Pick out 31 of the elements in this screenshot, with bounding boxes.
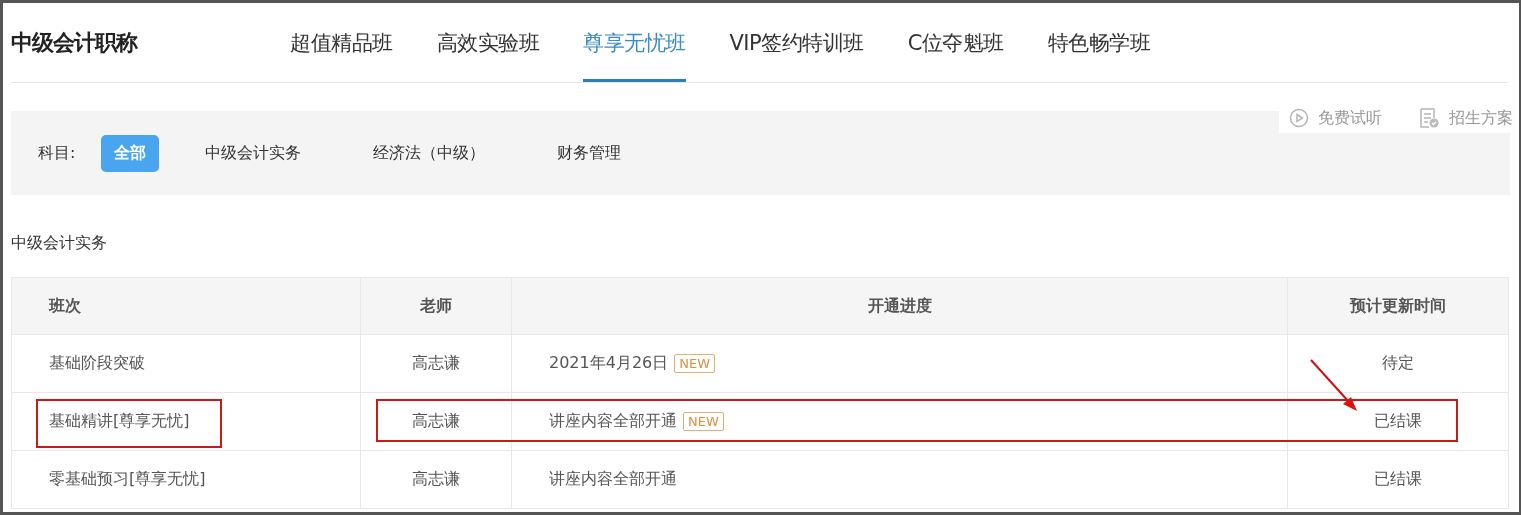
progress-text: 讲座内容全部开通 — [549, 411, 677, 432]
course-tab[interactable]: 高效实验班 — [436, 3, 539, 82]
column-header: 开通进度 — [511, 278, 1287, 334]
column-header: 班次 — [47, 294, 82, 317]
class-name: 零基础预习[尊享无忧] — [49, 469, 206, 490]
course-tab[interactable]: VIP签约特训班 — [729, 3, 864, 82]
play-icon — [1289, 108, 1309, 128]
column-header: 老师 — [360, 278, 511, 334]
column-header: 预计更新时间 — [1287, 278, 1508, 334]
filter-label: 科目: — [38, 142, 76, 164]
update-status: 待定 — [1382, 353, 1414, 374]
course-tab[interactable]: 特色畅学班 — [1047, 3, 1151, 82]
teacher-name: 高志谦 — [412, 469, 460, 490]
new-badge: NEW — [683, 412, 724, 431]
course-tab[interactable]: 尊享无忧班 — [583, 3, 686, 82]
subject-option[interactable]: 财务管理 — [544, 134, 635, 172]
progress-text: 2021年4月26日 — [549, 353, 669, 374]
class-name: 基础精讲[尊享无忧] — [49, 411, 190, 432]
new-badge: NEW — [674, 354, 716, 373]
section-title: 中级会计实务 — [11, 233, 108, 254]
teacher-name: 高志谦 — [412, 353, 460, 374]
course-tab[interactable]: C位夺魁班 — [907, 3, 1004, 82]
subject-option[interactable]: 经济法（中级） — [360, 134, 499, 172]
teacher-name: 高志谦 — [412, 411, 460, 432]
course-tab[interactable]: 超值精品班 — [290, 3, 393, 82]
subject-option[interactable]: 中级会计实务 — [192, 134, 315, 172]
class-name: 基础阶段突破 — [49, 353, 145, 374]
page-title: 中级会计职称 — [11, 28, 139, 57]
progress-text: 讲座内容全部开通 — [549, 469, 677, 490]
update-status: 已结课 — [1374, 469, 1422, 490]
update-status: 已结课 — [1374, 411, 1422, 432]
